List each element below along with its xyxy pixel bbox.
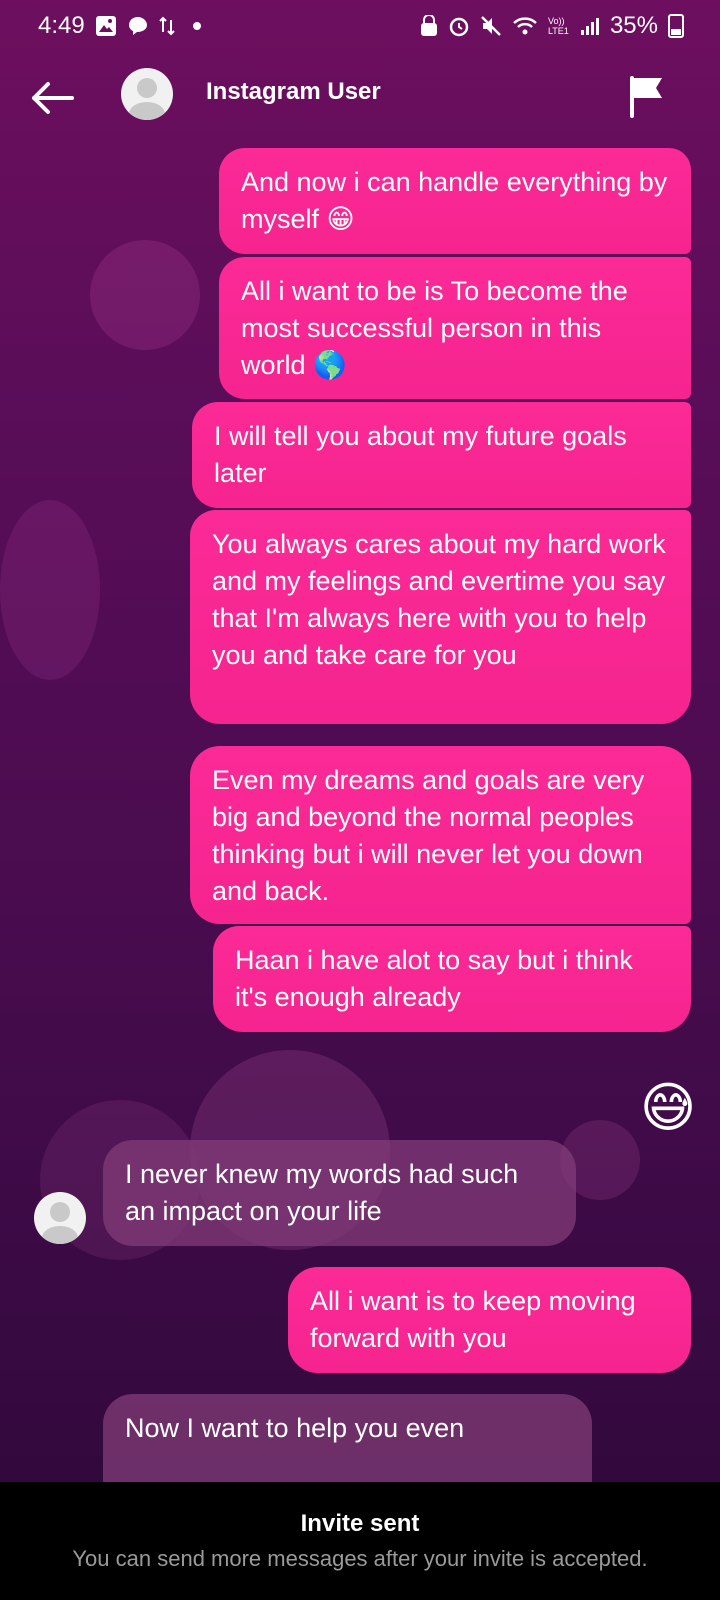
notification-dot-icon: [192, 22, 201, 30]
chat-user-name[interactable]: Instagram User: [206, 78, 381, 106]
wifi-icon: [513, 17, 537, 35]
message-bubble-sent[interactable]: All i want to be is To become the most s…: [219, 257, 691, 399]
flag-icon[interactable]: [628, 74, 666, 118]
message-bubble-sent[interactable]: You always cares about my hard work and …: [190, 510, 691, 724]
messenger-icon: [128, 17, 147, 35]
gallery-icon: [95, 16, 116, 36]
data-transfer-icon: [159, 16, 175, 36]
lock-icon: [420, 15, 437, 36]
network-label: Vo)) LTE1: [547, 16, 569, 36]
signal-icon: [580, 18, 599, 35]
message-bubble-sent[interactable]: And now i can handle everything by mysel…: [219, 148, 691, 254]
footer-title: Invite sent: [300, 1510, 420, 1537]
avatar-head: [50, 1202, 70, 1222]
alarm-icon: [449, 17, 469, 37]
invite-sent-footer: Invite sent You can send more messages a…: [0, 1482, 720, 1600]
avatar-body: [129, 102, 165, 120]
sent-emoji-message[interactable]: 😅: [636, 1076, 700, 1140]
status-time: 4:49: [38, 12, 85, 39]
background-heart-decoration: [90, 240, 200, 350]
background-heart-decoration: [0, 500, 100, 680]
battery-percent: 35%: [609, 12, 658, 39]
battery-icon: [668, 14, 684, 38]
avatar[interactable]: [121, 68, 173, 120]
message-bubble-sent[interactable]: All i want is to keep moving forward wit…: [288, 1267, 691, 1373]
message-bubble-received[interactable]: I never knew my words had such an impact…: [103, 1140, 576, 1246]
back-arrow-icon[interactable]: [28, 78, 76, 118]
avatar-head: [137, 78, 157, 98]
avatar[interactable]: [34, 1192, 86, 1244]
avatar-body: [42, 1226, 78, 1244]
chat-header: Instagram User: [0, 60, 720, 136]
message-bubble-sent[interactable]: Even my dreams and goals are very big an…: [190, 746, 691, 924]
footer-subtitle: You can send more messages after your in…: [72, 1546, 648, 1571]
message-bubble-sent[interactable]: I will tell you about my future goals la…: [192, 402, 691, 508]
status-bar: 4:49 Vo)) LTE1 35%: [0, 0, 720, 52]
message-bubble-sent[interactable]: Haan i have alot to say but i think it's…: [213, 926, 691, 1032]
mute-icon: [481, 16, 501, 36]
message-bubble-received[interactable]: Now I want to help you even: [103, 1394, 592, 1482]
